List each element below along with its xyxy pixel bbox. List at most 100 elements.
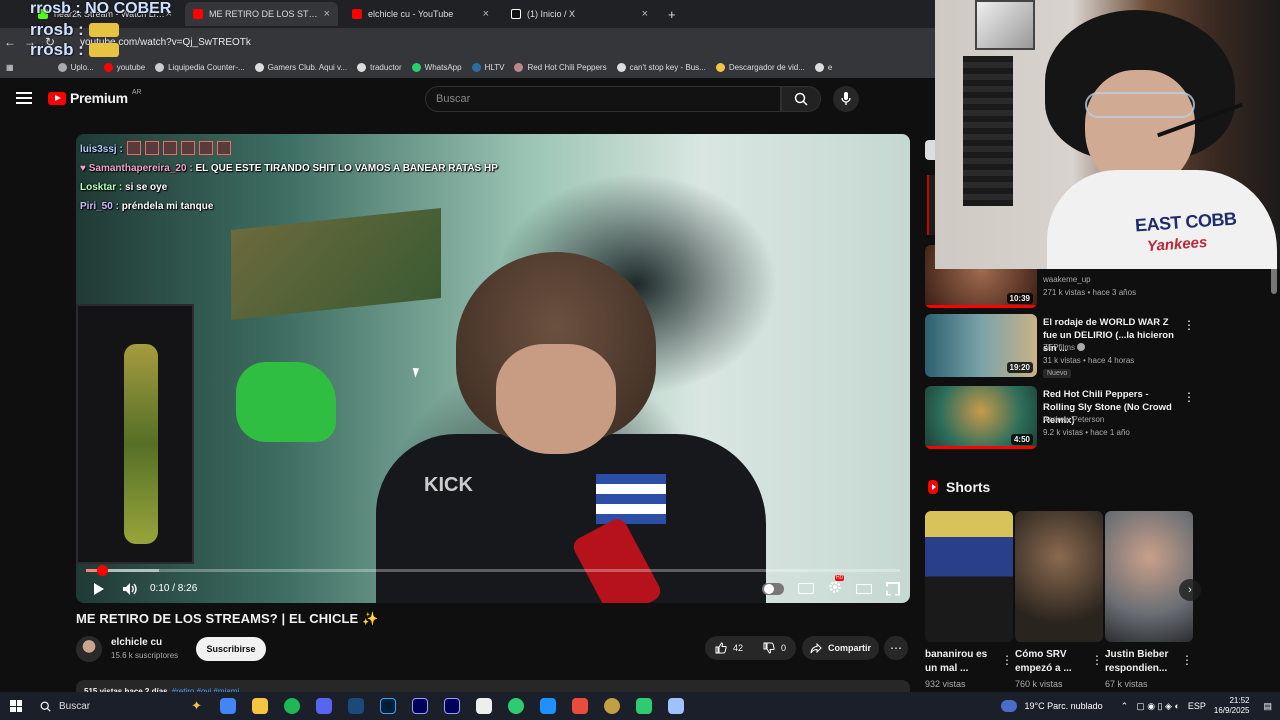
bookmark-item[interactable]: Uplo...: [57, 62, 94, 72]
taskbar-app[interactable]: [244, 692, 276, 720]
chat-line: Piri_50 : préndela mi tanque: [80, 201, 214, 212]
voice-search-button[interactable]: [833, 86, 859, 112]
bookmark-item[interactable]: Descargador de vid...: [715, 62, 805, 72]
sidebar-video-item[interactable]: 19:20 El rodaje de WORLD WAR Z fue un DE…: [925, 314, 1195, 378]
bookmark-item[interactable]: WhatsApp: [411, 62, 462, 72]
tab-youtube-video[interactable]: ME RETIRO DE LOS STREAMS? ×: [185, 2, 338, 26]
chevron-up-icon[interactable]: ⌃: [1121, 701, 1129, 712]
sidebar-partial-thumbnail[interactable]: [927, 175, 935, 235]
wall-poster: [231, 207, 441, 321]
settings-button[interactable]: HD: [828, 575, 845, 597]
taskbar-app[interactable]: [276, 692, 308, 720]
tab-youtube-channel[interactable]: elchicle cu - YouTube ×: [344, 2, 497, 26]
short-card[interactable]: bananirou es un mal ... 932 vistas ⋮: [925, 511, 1013, 689]
short-card[interactable]: Justin Bieber respondien... 67 k vistas …: [1105, 511, 1193, 689]
autoplay-toggle[interactable]: [762, 582, 784, 595]
youtube-icon: [103, 62, 113, 72]
share-button[interactable]: Compartir: [802, 636, 879, 660]
apps-grid-icon[interactable]: ▦: [6, 63, 14, 72]
bookmark-item[interactable]: e: [814, 62, 832, 72]
new-badge: Nuevo: [1043, 369, 1072, 378]
dislike-button[interactable]: 0: [753, 636, 796, 660]
new-tab-button[interactable]: +: [660, 2, 680, 26]
like-button[interactable]: 42: [705, 636, 753, 660]
short-card[interactable]: Cómo SRV empezó a ... 760 k vistas ⋮: [1015, 511, 1103, 689]
bookmark-item[interactable]: HLTV: [471, 62, 504, 72]
tray-icons[interactable]: ▢ ◉ ▯ ◈ ◐: [1136, 701, 1180, 712]
close-tab-icon[interactable]: ×: [642, 8, 648, 20]
close-tab-icon[interactable]: ×: [483, 8, 489, 20]
liquipedia-icon: [155, 62, 165, 72]
taskbar-app[interactable]: [372, 692, 404, 720]
sidebar-video-item[interactable]: 4:50 Red Hot Chili Peppers - Rolling Sly…: [925, 386, 1195, 450]
bookmark-item[interactable]: can't stop key - Bus...: [616, 62, 706, 72]
google-icon: [254, 62, 264, 72]
close-tab-icon[interactable]: ×: [324, 8, 330, 20]
taskbar-app[interactable]: [404, 692, 436, 720]
taskbar-app[interactable]: [660, 692, 692, 720]
discord-icon: [316, 698, 332, 714]
taskbar-app[interactable]: [500, 692, 532, 720]
short-thumbnail[interactable]: [1015, 511, 1103, 642]
more-options-icon[interactable]: ⋮: [1183, 318, 1195, 332]
chevron-right-icon[interactable]: ›: [1179, 579, 1201, 601]
video-player[interactable]: KICK luis3ssj : ♥ Samanthapereira_20 : E…: [76, 134, 910, 603]
hamburger-menu-icon[interactable]: [16, 92, 32, 104]
taskbar-app[interactable]: [628, 692, 660, 720]
shirt-text: KICK: [424, 474, 473, 496]
video-thumbnail[interactable]: 4:50: [925, 386, 1037, 449]
more-options-icon[interactable]: ⋮: [1001, 653, 1013, 667]
search-button[interactable]: [781, 86, 821, 112]
x-icon: [511, 9, 521, 19]
fullscreen-icon[interactable]: [886, 581, 900, 596]
taskbar-app[interactable]: [468, 692, 500, 720]
more-options-icon[interactable]: ⋮: [1181, 653, 1193, 667]
taskbar-app[interactable]: [340, 692, 372, 720]
sidebar-chip[interactable]: [925, 140, 935, 160]
taskbar-search[interactable]: Buscar ✦: [32, 692, 212, 720]
thumbs-up-icon: [715, 642, 727, 654]
chat-line: luis3ssj :: [80, 140, 498, 159]
bookmark-item[interactable]: traductor: [357, 62, 402, 72]
taskbar-app[interactable]: [532, 692, 564, 720]
weather-text[interactable]: 19°C Parc. nublado: [1025, 701, 1103, 711]
taskbar-app[interactable]: [596, 692, 628, 720]
taskbar-app[interactable]: [564, 692, 596, 720]
shorts-icon: [928, 480, 938, 494]
short-thumbnail[interactable]: [925, 511, 1013, 642]
youtube-premium-logo[interactable]: Premium AR: [48, 89, 142, 106]
language-indicator[interactable]: ESP: [1188, 701, 1206, 711]
subscribe-button[interactable]: Suscribirse: [196, 637, 266, 661]
bookmark-item[interactable]: Gamers Club. Aqui v...: [254, 62, 347, 72]
notification-icon[interactable]: ▤: [1263, 701, 1272, 712]
streamer-face: [496, 344, 616, 454]
search-input[interactable]: Buscar: [425, 86, 781, 112]
taskbar-app[interactable]: [436, 692, 468, 720]
more-options-icon[interactable]: ⋮: [1091, 653, 1103, 667]
channel-name[interactable]: elchicle cu: [111, 637, 162, 648]
start-button[interactable]: [0, 692, 32, 720]
taskbar-app[interactable]: [308, 692, 340, 720]
google-icon: [357, 62, 367, 72]
channel-name[interactable]: ZEPfilms: [1043, 343, 1086, 352]
subtitles-icon[interactable]: [798, 583, 814, 594]
bookmark-item[interactable]: youtube: [103, 62, 145, 72]
emote-icon: [88, 43, 119, 57]
short-thumbnail[interactable]: [1105, 511, 1193, 642]
play-button[interactable]: [76, 582, 122, 596]
channel-avatar[interactable]: [76, 636, 102, 662]
more-options-icon[interactable]: ⋯: [884, 636, 908, 660]
clock[interactable]: 21:52 16/9/2025: [1214, 696, 1250, 716]
capcut-icon: [476, 698, 492, 714]
more-options-icon[interactable]: ⋮: [1183, 390, 1195, 404]
volume-button[interactable]: [122, 582, 138, 596]
back-icon[interactable]: ←: [0, 35, 20, 49]
tab-x[interactable]: (1) Inicio / X ×: [503, 2, 656, 26]
sparkle-icon: ✦: [191, 698, 202, 713]
bookmark-item[interactable]: Red Hot Chili Peppers: [514, 62, 607, 72]
bookmark-item[interactable]: Liquipedia Counter-...: [155, 62, 245, 72]
progress-bar[interactable]: [86, 565, 900, 576]
video-thumbnail[interactable]: 19:20: [925, 314, 1037, 377]
taskbar-app[interactable]: [212, 692, 244, 720]
theater-mode-icon[interactable]: [856, 583, 872, 594]
